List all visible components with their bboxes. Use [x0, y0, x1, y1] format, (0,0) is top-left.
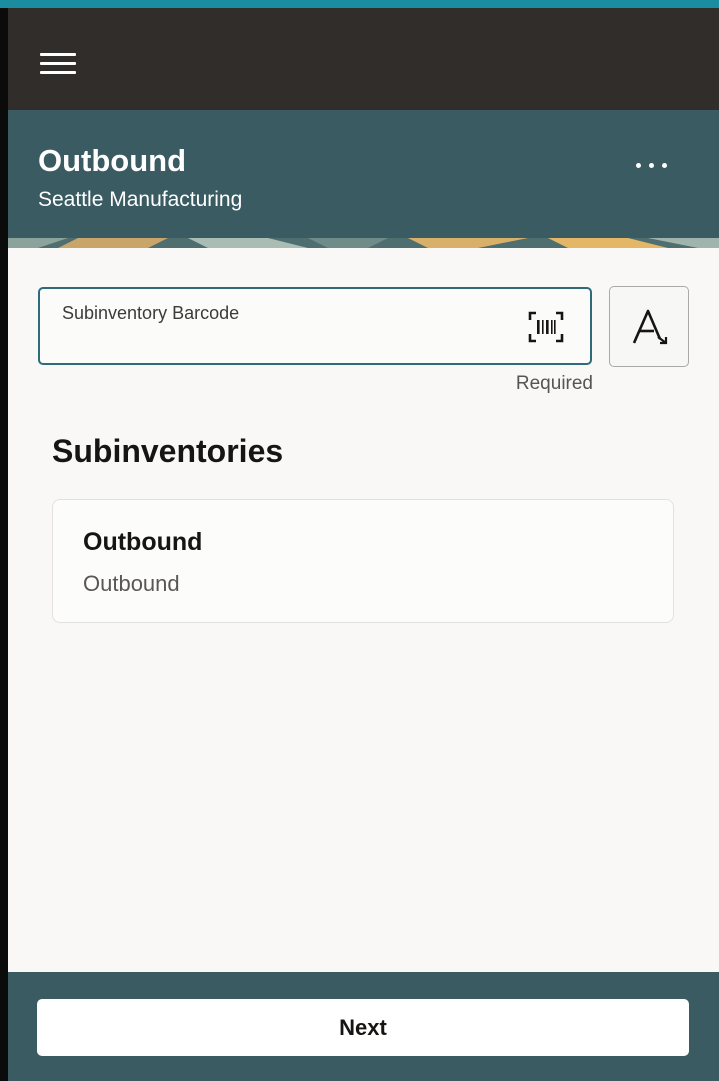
subinventory-barcode-input[interactable] [60, 331, 524, 359]
section-title: Subinventories [52, 433, 284, 469]
footer-bar: Next [8, 972, 719, 1081]
page-title: Outbound [38, 143, 187, 178]
next-button[interactable]: Next [37, 999, 689, 1056]
hamburger-menu-icon[interactable] [40, 51, 76, 77]
top-bar [8, 8, 719, 110]
subinventory-card[interactable]: Outbound Outbound [52, 499, 674, 623]
text-size-icon [632, 309, 668, 345]
subinventory-barcode-field[interactable]: Subinventory Barcode [38, 287, 592, 365]
top-accent-bar [0, 0, 719, 8]
barcode-scan-icon[interactable] [528, 311, 564, 343]
page-subtitle: Seattle Manufacturing [38, 188, 243, 211]
required-hint: Required [515, 373, 593, 394]
more-options-icon[interactable] [632, 155, 672, 175]
text-size-button[interactable] [609, 286, 689, 367]
subinventory-card-title: Outbound [83, 528, 203, 556]
page-header: Outbound Seattle Manufacturing [8, 110, 719, 238]
subinventory-card-subtitle: Outbound [83, 571, 180, 596]
app-window: Outbound Seattle Manufacturing Subinvent… [8, 8, 719, 1081]
decorative-banner [8, 238, 719, 248]
subinventory-barcode-label: Subinventory Barcode [62, 303, 240, 323]
